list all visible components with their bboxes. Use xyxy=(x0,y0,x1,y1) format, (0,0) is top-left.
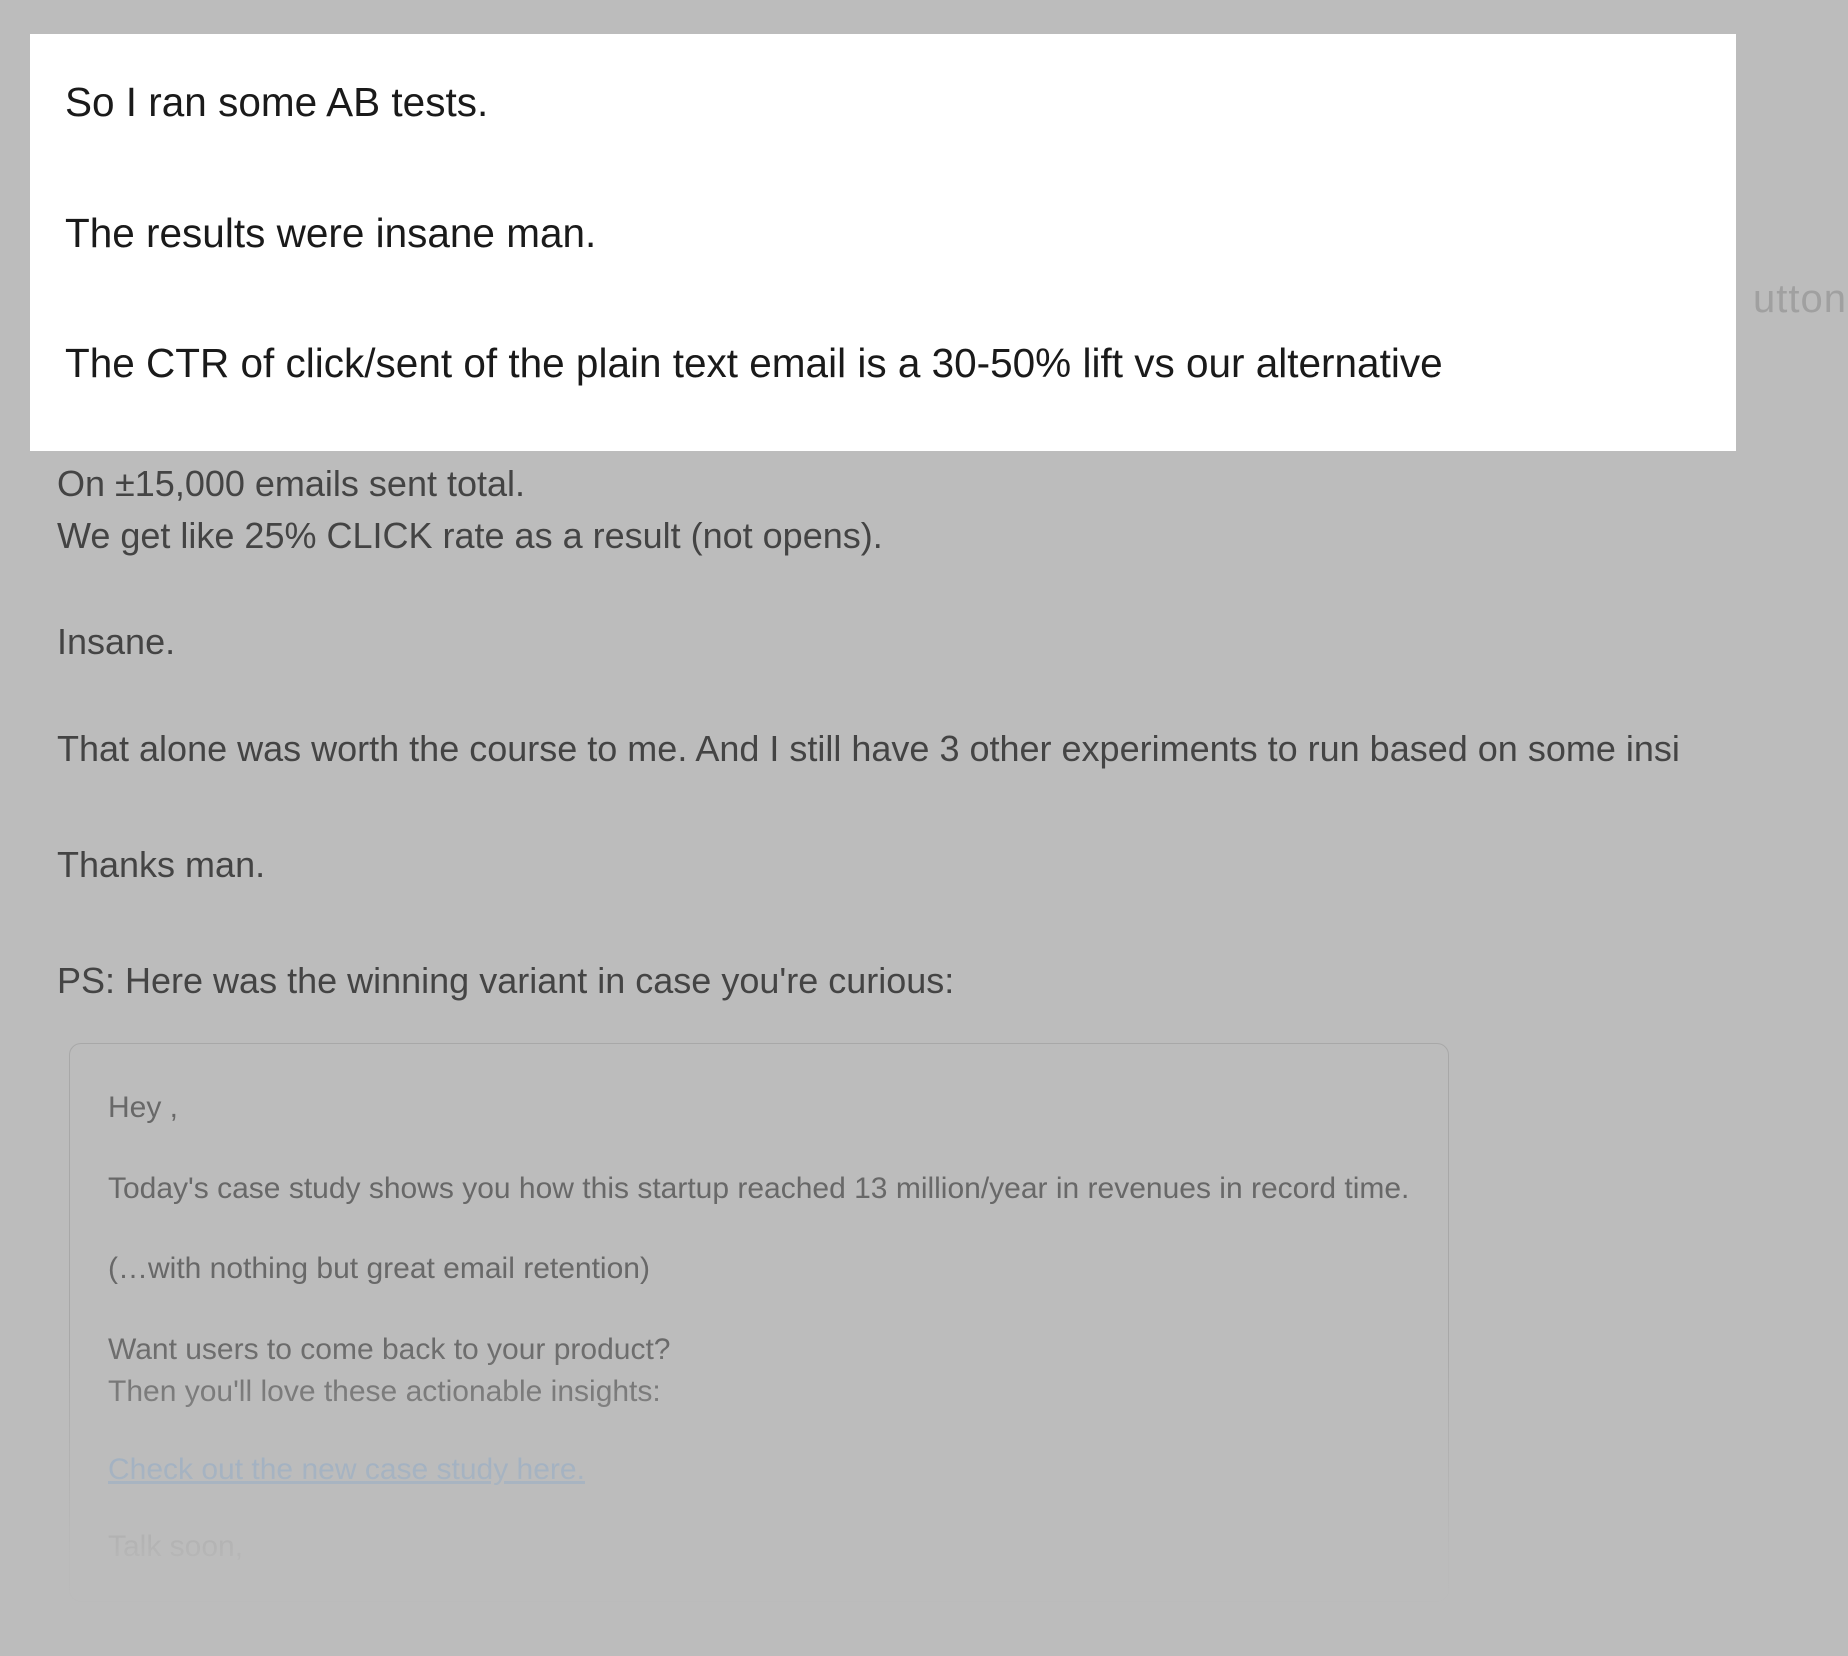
body-line-ps: PS: Here was the winning variant in case… xyxy=(57,955,1848,1007)
body-line-thanks: Thanks man. xyxy=(57,839,1848,891)
highlight-line-2: The results were insane man. xyxy=(65,207,1701,260)
body-line-insane: Insane. xyxy=(57,616,1848,668)
quoted-signoff: Talk soon, xyxy=(108,1527,1410,1568)
quoted-winning-variant: Hey , Today's case study shows you how t… xyxy=(69,1043,1449,1602)
highlighted-excerpt: So I ran some AB tests. The results were… xyxy=(30,34,1736,451)
quoted-cta-link[interactable]: Check out the new case study here. xyxy=(108,1453,585,1486)
quoted-line-3: Want users to come back to your product? xyxy=(108,1330,1410,1371)
highlight-line-1: So I ran some AB tests. xyxy=(65,76,1701,129)
body-line-worth: That alone was worth the course to me. A… xyxy=(57,723,1848,775)
quoted-line-2: (…with nothing but great email retention… xyxy=(108,1249,1410,1290)
body-line-stats-2: We get like 25% CLICK rate as a result (… xyxy=(57,510,1848,562)
quoted-line-1: Today's case study shows you how this st… xyxy=(108,1169,1410,1210)
highlight-line-3: The CTR of click/sent of the plain text … xyxy=(65,337,1701,390)
quoted-greeting: Hey , xyxy=(108,1088,1410,1129)
quoted-line-4: Then you'll love these actionable insigh… xyxy=(108,1372,1410,1413)
body-line-stats-1: On ±15,000 emails sent total. xyxy=(57,458,1848,510)
